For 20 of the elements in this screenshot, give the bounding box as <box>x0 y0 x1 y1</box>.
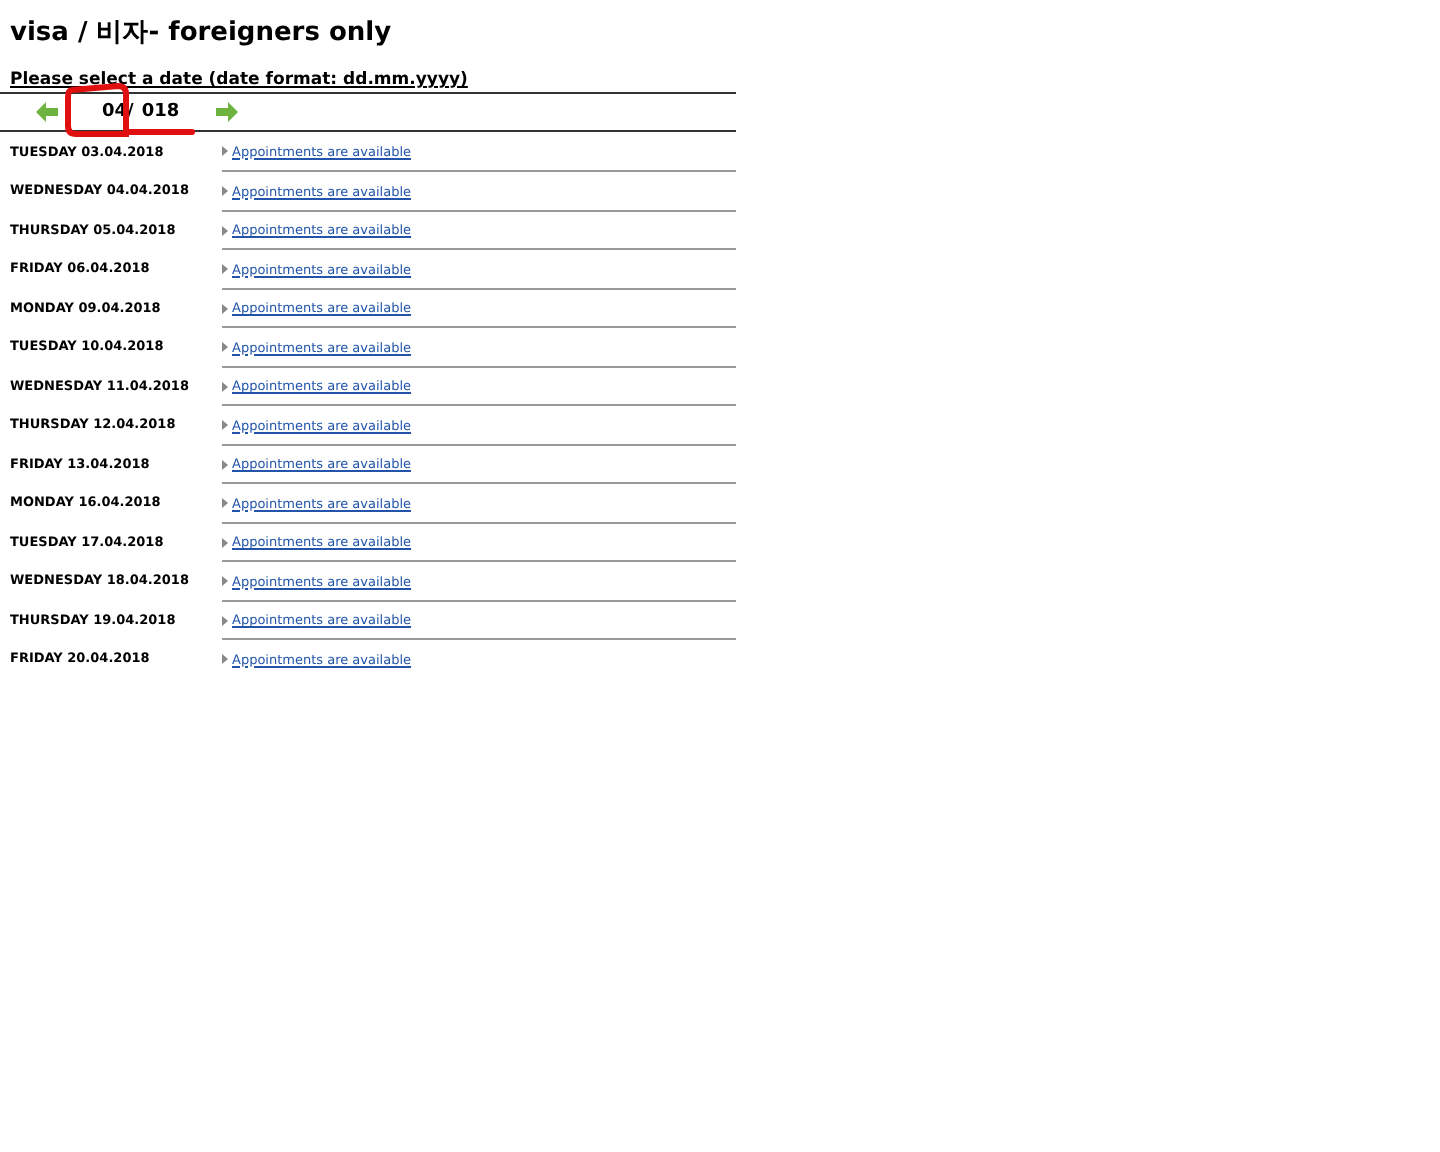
bullet-icon <box>222 303 228 314</box>
bullet-icon <box>222 381 228 392</box>
date-instruction: Please select a date (date format: dd.mm.yyyy) <box>0 70 736 94</box>
bullet-icon <box>222 186 228 197</box>
bullet-icon <box>222 342 228 353</box>
bullet-icon <box>222 615 228 626</box>
annotation-mark <box>64 82 196 138</box>
bullet-icon <box>222 225 228 236</box>
bullet-icon <box>222 576 228 587</box>
year-label: 018 <box>141 102 180 122</box>
bullet-icon <box>222 498 228 509</box>
bullet-icon <box>222 420 228 431</box>
bullet-icon <box>222 537 228 548</box>
bullet-icon <box>222 654 228 665</box>
bullet-icon <box>222 146 228 157</box>
bullet-icon <box>222 459 228 470</box>
bullet-icon <box>222 264 228 275</box>
previous-month-icon[interactable] <box>36 102 58 122</box>
next-month-icon[interactable] <box>215 102 238 122</box>
page-title: visa / 비자- foreigners only <box>10 16 394 50</box>
